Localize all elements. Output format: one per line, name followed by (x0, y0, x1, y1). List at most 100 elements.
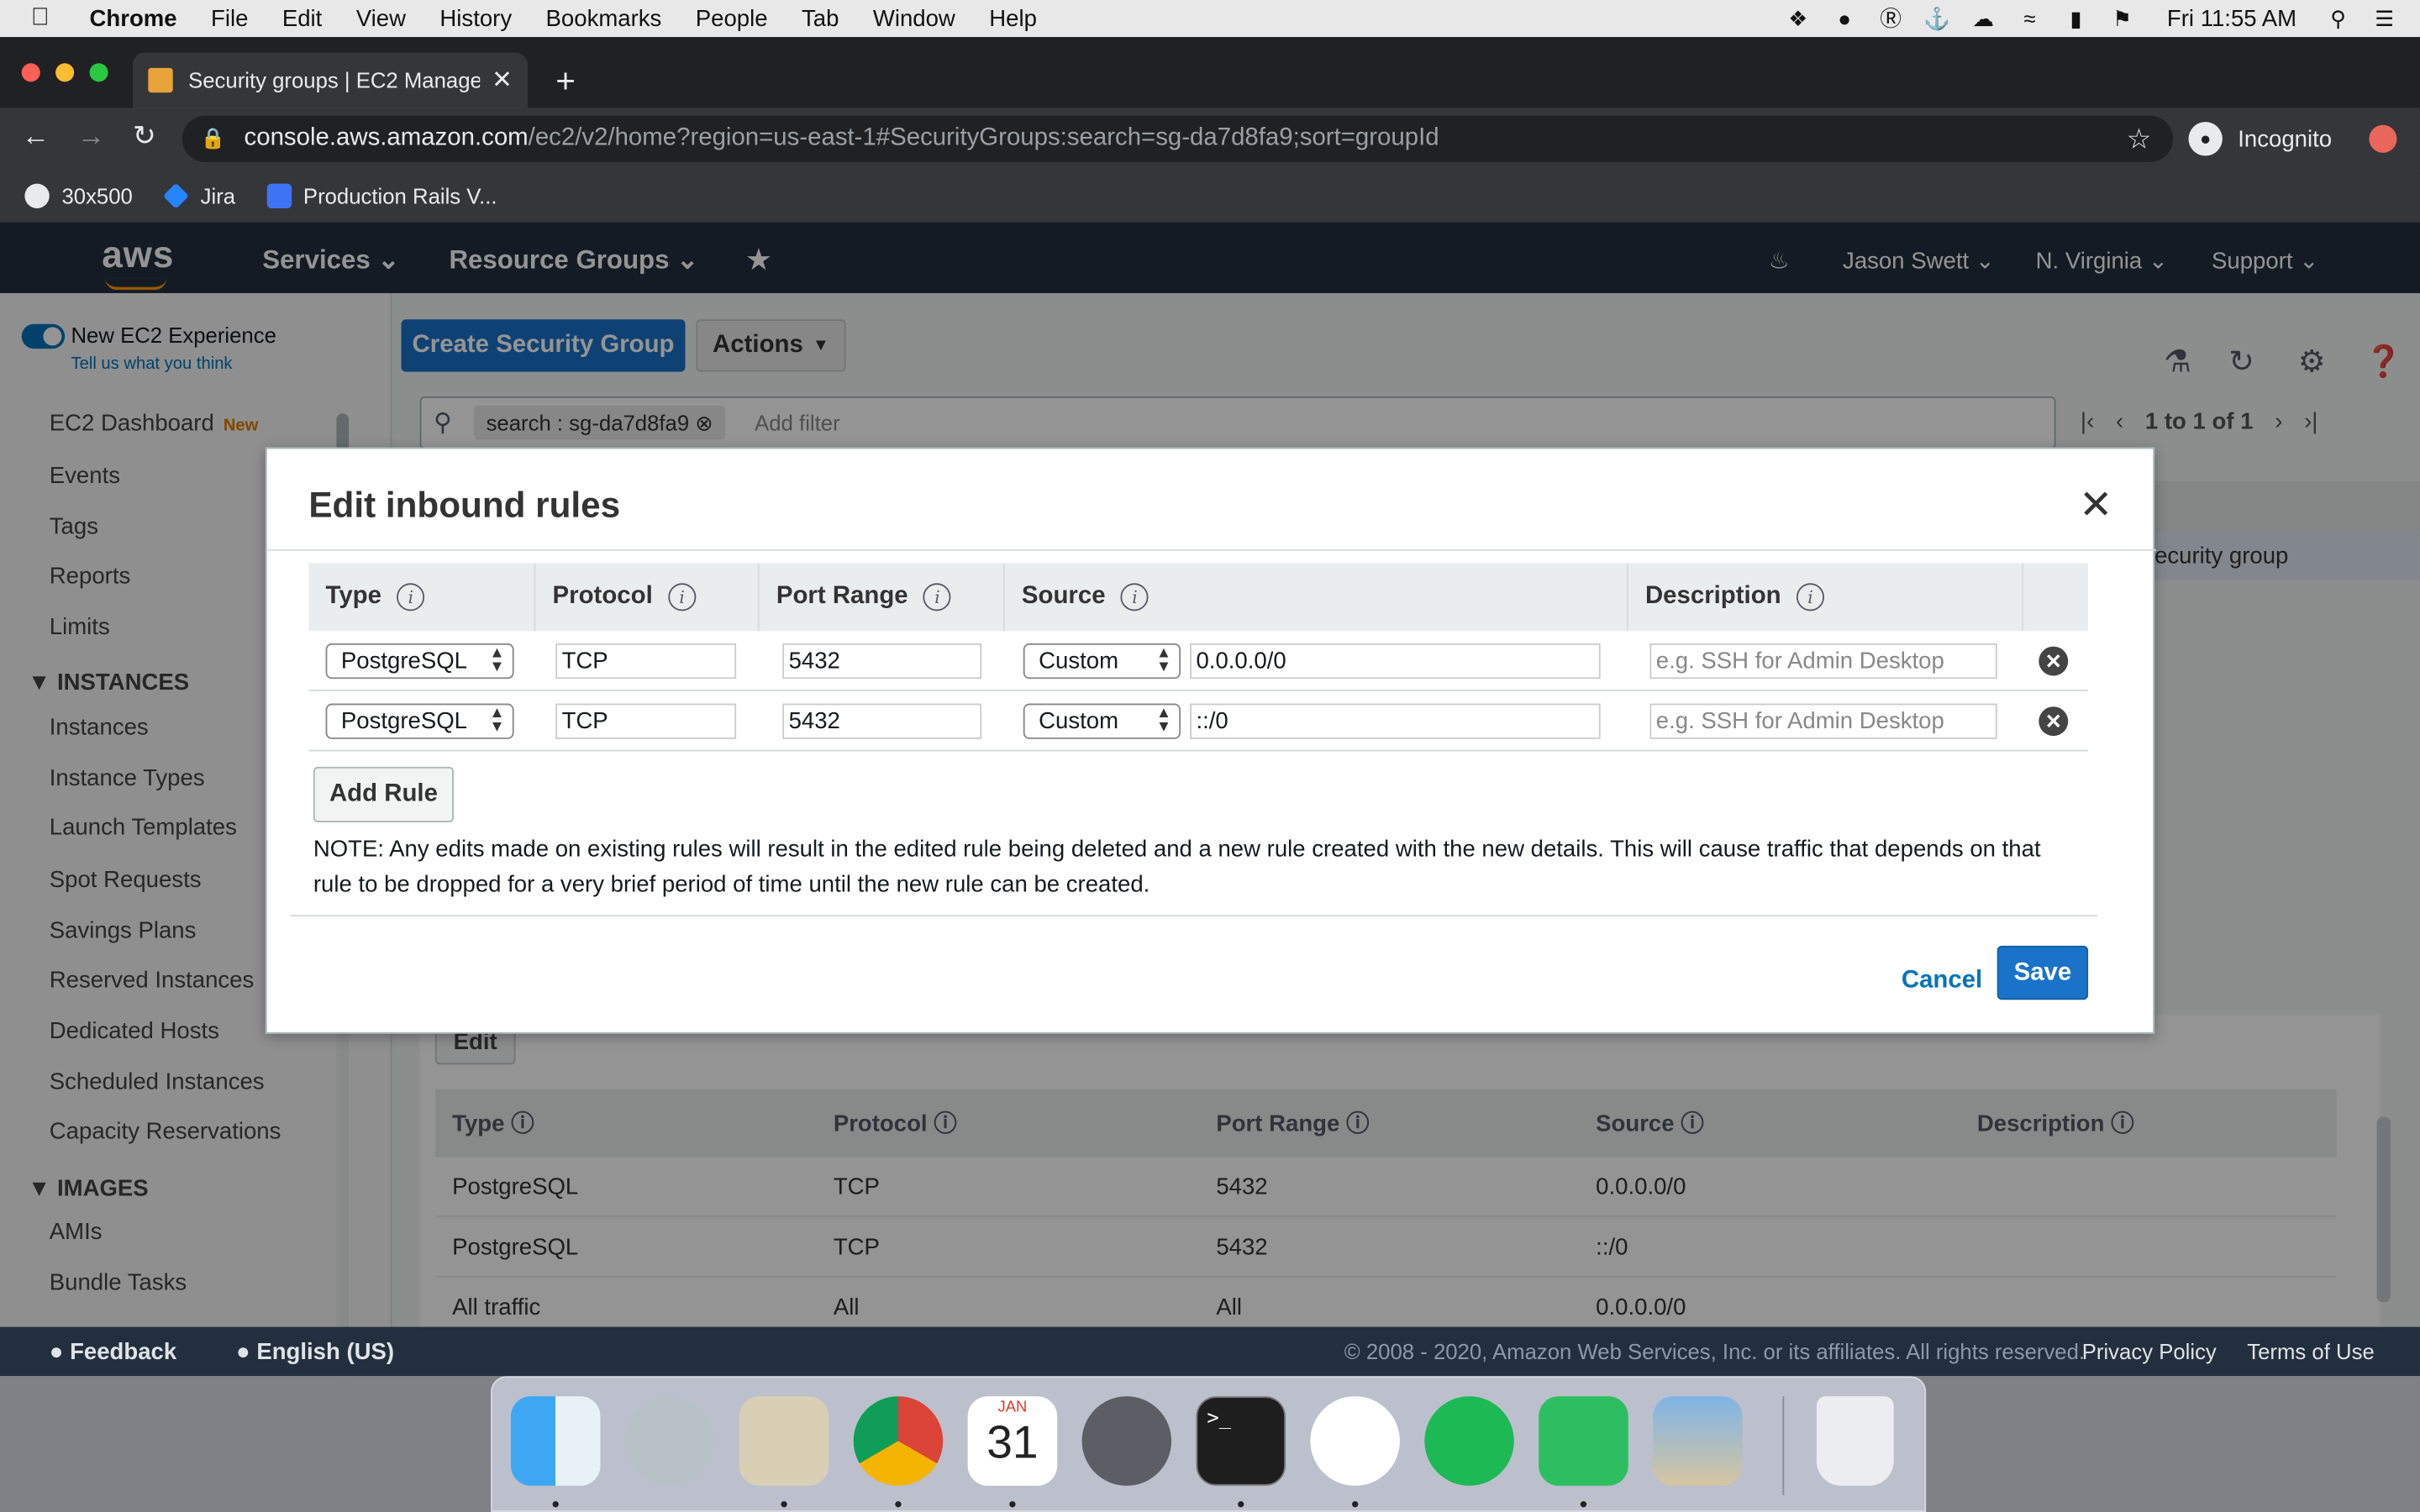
calendar-day: 31 (986, 1417, 1039, 1469)
delete-rule-icon[interactable]: ✕ (2039, 706, 2069, 737)
feedback-button[interactable]: ● Feedback (50, 1339, 176, 1365)
select-arrows-icon: ▲ ▼ (1155, 644, 1172, 676)
add-rule-button[interactable]: Add Rule (313, 766, 454, 822)
col-label: Protocol (552, 583, 653, 610)
menu-app-chrome[interactable]: Chrome (90, 5, 177, 31)
wifi-icon[interactable]: ≈ (2016, 6, 2044, 30)
close-window-button[interactable] (21, 63, 40, 82)
bookmark-30x500[interactable]: 30x500 (24, 183, 133, 208)
bookmarks-bar: 30x500 Jira Production Rails V... (0, 170, 2420, 223)
close-tab-icon[interactable]: ✕ (492, 65, 513, 96)
chrome-tab-strip: Security groups | EC2 Management ✕ + (0, 37, 2420, 108)
privacy-policy-link[interactable]: Privacy Policy (2082, 1339, 2217, 1363)
rule-source-mode-select[interactable]: Custom ▲ ▼ (1023, 703, 1181, 739)
menu-file[interactable]: File (211, 5, 248, 31)
select-arrows-icon: ▲ ▼ (489, 644, 505, 676)
copyright-text: © 2008 - 2020, Amazon Web Services, Inc.… (1344, 1339, 2086, 1364)
language-selector[interactable]: ● English (US) (236, 1339, 394, 1365)
menu-history[interactable]: History (439, 5, 512, 31)
info-icon[interactable]: i (668, 583, 697, 612)
back-icon[interactable]: ← (22, 120, 50, 153)
rule-port-range-field[interactable]: 5432 (782, 643, 982, 680)
launchpad-rocket-icon[interactable] (624, 1396, 715, 1486)
trash-icon[interactable] (1816, 1396, 1894, 1486)
menu-bar-status-area: ❖ ● Ⓡ ⚓ ☁ ≈ ▮ ⚑ Fri 11:55 AM ⚲ ☰ (1784, 0, 2398, 37)
bookmark-star-icon[interactable]: ☆ (2127, 123, 2152, 155)
close-modal-icon[interactable]: ✕ (2079, 481, 2112, 529)
forward-icon[interactable]: → (77, 120, 105, 153)
notification-center-icon[interactable]: ☰ (2370, 5, 2398, 31)
rule-description-field[interactable]: e.g. SSH for Admin Desktop (1649, 643, 1997, 680)
jira-icon (162, 182, 189, 209)
rules-editor-table: Type i Protocol i Port Range i Source i Desc… (308, 563, 2089, 752)
tab-security-groups[interactable]: Security groups | EC2 Management ✕ (132, 52, 529, 108)
rule-source-field[interactable]: 0.0.0.0/0 (1190, 643, 1601, 680)
finder-icon[interactable] (510, 1396, 601, 1486)
cancel-button[interactable]: Cancel (1902, 968, 1982, 995)
evernote-status-icon[interactable]: ● (1831, 6, 1859, 30)
aws-favicon-icon (148, 67, 173, 93)
cloud-icon[interactable]: ☁ (1970, 5, 1997, 31)
info-icon[interactable]: i (923, 583, 952, 612)
info-icon[interactable]: i (1120, 583, 1149, 612)
running-indicator (895, 1501, 902, 1508)
bookmark-production-rails[interactable]: Production Rails V... (266, 183, 497, 208)
flag-icon[interactable]: ⚑ (2108, 5, 2136, 31)
select-arrows-icon: ▲ ▼ (1155, 705, 1172, 737)
calendar-icon[interactable]: JAN 31 (967, 1396, 1058, 1486)
incognito-label: Incognito (2238, 125, 2333, 152)
rule-source-mode-select[interactable]: Custom ▲ ▼ (1023, 643, 1181, 680)
slack-icon[interactable] (1310, 1396, 1400, 1486)
zoom-window-button[interactable] (89, 63, 108, 82)
rule-protocol-field[interactable]: TCP (555, 643, 737, 680)
col-description: Description i (1628, 563, 2023, 632)
dropbox-icon[interactable]: ❖ (1784, 5, 1812, 31)
menu-tab[interactable]: Tab (802, 5, 839, 31)
info-icon[interactable]: i (1796, 583, 1825, 612)
modal-divider (290, 915, 2098, 917)
terms-of-use-link[interactable]: Terms of Use (2247, 1339, 2374, 1363)
menu-edit[interactable]: Edit (282, 5, 322, 31)
bookmark-label: Production Rails V... (302, 183, 497, 208)
minimize-window-button[interactable] (55, 63, 75, 82)
rule-description-field[interactable]: e.g. SSH for Admin Desktop (1649, 703, 1997, 739)
macos-menu-bar:  Chrome File Edit View History Bookmark… (0, 0, 2420, 38)
col-label: Type (325, 583, 381, 610)
mail-icon[interactable] (739, 1396, 829, 1486)
lock-icon[interactable]: 🔒 (201, 127, 226, 151)
spotlight-search-icon[interactable]: ⚲ (2324, 5, 2352, 31)
rule-type-select[interactable]: PostgreSQL ▲ ▼ (325, 703, 514, 739)
onepassword-icon[interactable]: Ⓡ (1877, 3, 1905, 34)
clock[interactable]: Fri 11:55 AM (2167, 5, 2296, 31)
extension-icon[interactable] (2369, 124, 2397, 153)
evernote-icon[interactable] (1539, 1396, 1628, 1486)
col-label: Source (1021, 583, 1106, 610)
rule-type-select[interactable]: PostgreSQL ▲ ▼ (325, 643, 514, 680)
menu-window[interactable]: Window (873, 5, 955, 31)
info-icon[interactable]: i (397, 583, 425, 612)
bookmark-jira[interactable]: Jira (162, 182, 236, 209)
col-port-range: Port Range i (760, 563, 1005, 632)
docker-icon[interactable]: ⚓ (1923, 5, 1951, 31)
rule-port-range-field[interactable]: 5432 (782, 703, 982, 739)
apple-icon[interactable]:  (31, 5, 62, 33)
bookmark-label: Jira (200, 183, 236, 208)
battery-icon[interactable]: ▮ (2062, 5, 2090, 31)
preview-icon[interactable] (1653, 1396, 1743, 1486)
rule-protocol-field[interactable]: TCP (555, 703, 737, 739)
new-tab-icon[interactable]: + (555, 61, 576, 102)
address-bar[interactable]: 🔒 console.aws.amazon.com /ec2/v2/home?re… (182, 115, 2174, 162)
menu-help[interactable]: Help (989, 5, 1037, 31)
menu-view[interactable]: View (356, 5, 406, 31)
spotify-icon[interactable] (1424, 1396, 1514, 1486)
terminal-icon[interactable]: >_ (1196, 1396, 1286, 1486)
menu-people[interactable]: People (696, 5, 768, 31)
reload-icon[interactable]: ↻ (133, 120, 156, 153)
delete-rule-icon[interactable]: ✕ (2039, 646, 2069, 676)
rule-source-field[interactable]: ::/0 (1190, 703, 1601, 739)
chrome-icon[interactable] (853, 1396, 944, 1486)
menu-bookmarks[interactable]: Bookmarks (546, 5, 662, 31)
incognito-profile-button[interactable]: ● Incognito (2188, 118, 2332, 160)
system-preferences-gear-icon[interactable] (1081, 1396, 1172, 1486)
save-button[interactable]: Save (1996, 945, 2089, 1000)
